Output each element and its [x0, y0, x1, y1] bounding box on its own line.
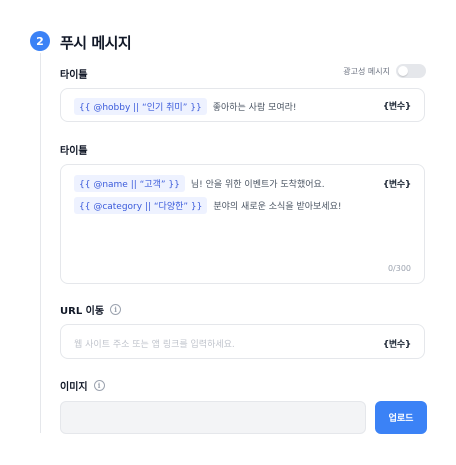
ad-message-toggle[interactable] [396, 64, 426, 78]
insert-variable-button[interactable]: {변수} [383, 177, 411, 190]
body-label-text: 타이틀 [60, 146, 88, 157]
toggle-knob [398, 66, 408, 76]
character-counter: 0/300 [387, 264, 411, 273]
title-input-content: {{ @hobby || “인기 취미” }} 좋아하는 사람 모여라! [74, 98, 297, 115]
title-field-label: 타이틀 [60, 66, 88, 81]
url-label-text: URL 이동 [60, 306, 105, 317]
ad-message-toggle-row: 광고성 메시지 [343, 64, 426, 78]
info-icon[interactable]: i [93, 380, 105, 391]
insert-variable-button[interactable]: {변수} [383, 99, 411, 112]
body-text-line-2: 분야의 새로운 소식을 받아보세요! [213, 202, 342, 212]
body-text-line-1: 님! 안을 위한 이벤트가 도착했어요. [190, 180, 325, 190]
insert-variable-button[interactable]: {변수} [383, 337, 411, 350]
body-field-label: 타이틀 [60, 142, 88, 157]
title-label-text: 타이틀 [60, 70, 88, 81]
body-textarea[interactable]: {{ @name || “고객” }} 님! 안을 위한 이벤트가 도착했어요.… [60, 164, 425, 284]
step-number-badge: 2 [30, 31, 50, 51]
ad-toggle-label: 광고성 메시지 [343, 66, 390, 76]
variable-chip[interactable]: {{ @hobby || “인기 취미” }} [74, 98, 207, 115]
variable-chip[interactable]: {{ @category || “다양한” }} [74, 197, 208, 214]
section-title: 푸시 메시지 [60, 34, 132, 52]
url-field-label: URL 이동 i [60, 302, 122, 317]
url-input[interactable]: 웹 사이트 주소 또는 앱 링크를 입력하세요. {변수} [60, 324, 425, 359]
image-label-text: 이미지 [60, 382, 88, 393]
image-file-field[interactable] [60, 401, 366, 434]
upload-button[interactable]: 업로드 [375, 401, 427, 434]
variable-chip[interactable]: {{ @name || “고객” }} [74, 175, 185, 192]
body-line-2: {{ @category || “다양한” }} 분야의 새로운 소식을 받아보… [74, 197, 341, 214]
info-icon[interactable]: i [110, 304, 122, 315]
step-connector-line [40, 53, 41, 433]
title-text: 좋아하는 사람 모여라! [212, 103, 297, 113]
url-placeholder: 웹 사이트 주소 또는 앱 링크를 입력하세요. [74, 340, 235, 350]
body-line-1: {{ @name || “고객” }} 님! 안을 위한 이벤트가 도착했어요. [74, 175, 325, 192]
image-field-label: 이미지 i [60, 378, 105, 393]
title-input[interactable]: {{ @hobby || “인기 취미” }} 좋아하는 사람 모여라! {변수… [60, 88, 425, 122]
